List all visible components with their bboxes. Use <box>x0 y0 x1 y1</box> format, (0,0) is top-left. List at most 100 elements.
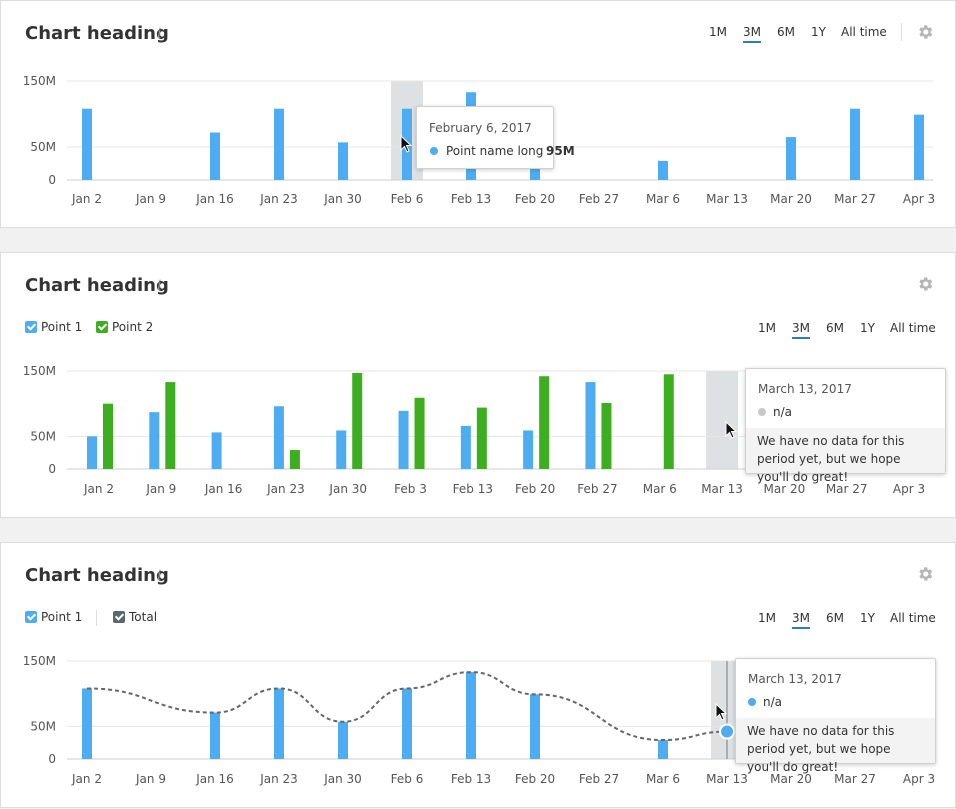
y-tick-label: 150M <box>23 74 56 88</box>
bar <box>338 721 348 759</box>
bar <box>338 142 348 180</box>
bar <box>601 403 612 469</box>
bar <box>165 382 176 469</box>
x-tick-label: Feb 27 <box>579 772 619 786</box>
y-tick-label: 0 <box>48 462 56 476</box>
tooltip-series-name: n/a <box>763 695 783 709</box>
series-dot <box>748 698 756 706</box>
x-tick-label: Mar 27 <box>834 192 876 206</box>
y-tick-label: 150M <box>23 364 56 378</box>
bar <box>274 108 284 180</box>
y-tick-label: 50M <box>30 429 56 443</box>
bar <box>210 712 220 759</box>
bar <box>352 372 363 469</box>
tooltip-date: March 13, 2017 <box>748 672 842 686</box>
x-tick-label: Jan 16 <box>195 772 234 786</box>
bar <box>585 382 596 469</box>
bar <box>658 740 668 759</box>
bar <box>523 430 534 469</box>
x-tick-label: Jan 30 <box>323 772 362 786</box>
x-tick-label: Jan 30 <box>323 192 362 206</box>
x-tick-label: Jan 23 <box>266 482 305 496</box>
bar <box>211 432 222 469</box>
bar <box>82 108 92 180</box>
tooltip-date: March 13, 2017 <box>758 382 852 396</box>
chart-card-1: Chart heading i 1M 3M 6M 1Y All time 150… <box>0 0 956 228</box>
bar <box>398 410 409 469</box>
bar <box>460 425 471 469</box>
tooltip-series-name: Point name long <box>446 144 544 158</box>
y-tick-label: 150M <box>23 654 56 668</box>
x-tick-label: Mar 6 <box>643 482 677 496</box>
x-tick-label: Mar 20 <box>770 192 812 206</box>
mouse-cursor-icon <box>715 703 728 721</box>
mouse-cursor-icon <box>400 135 413 153</box>
bar <box>539 376 550 469</box>
x-tick-label: Jan 23 <box>259 192 298 206</box>
x-tick-label: Feb 13 <box>453 482 493 496</box>
bar <box>530 694 540 759</box>
x-tick-label: Feb 27 <box>579 192 619 206</box>
x-tick-label: Jan 2 <box>71 772 102 786</box>
x-tick-label: Jan 9 <box>145 482 176 496</box>
x-tick-label: Jan 2 <box>71 192 102 206</box>
x-tick-label: Mar 6 <box>646 772 680 786</box>
x-tick-label: Feb 13 <box>451 772 491 786</box>
series-dot <box>430 147 438 155</box>
x-tick-label: Feb 20 <box>515 772 555 786</box>
bar <box>87 436 97 469</box>
y-tick-label: 0 <box>48 173 56 187</box>
x-tick-label: Mar 27 <box>834 772 876 786</box>
bar <box>149 412 160 469</box>
bar <box>336 430 347 469</box>
bar <box>414 397 425 469</box>
x-tick-label: Feb 3 <box>394 482 427 496</box>
y-tick-label: 0 <box>48 752 56 766</box>
chart-card-2: Chart heading i Point 1 Point 2 1M 3M 6M… <box>0 252 956 518</box>
bar <box>273 406 284 469</box>
x-tick-label: Feb 20 <box>515 192 555 206</box>
tooltip-series-name: n/a <box>773 405 793 419</box>
chart-tooltip: February 6, 2017 Point name long 95M <box>416 106 575 169</box>
bar <box>289 450 300 469</box>
bar <box>210 132 220 180</box>
x-tick-label: Jan 23 <box>259 772 298 786</box>
x-tick-label: Jan 9 <box>135 192 166 206</box>
bar <box>850 108 860 180</box>
hover-highlight <box>706 371 739 469</box>
x-tick-label: Apr 3 <box>893 482 925 496</box>
bar <box>476 407 487 469</box>
chart-card-3: Chart heading i Point 1 Total 1M 3M 6M 1… <box>0 542 956 808</box>
x-tick-label: Mar 13 <box>706 772 748 786</box>
x-tick-label: Feb 27 <box>577 482 617 496</box>
chart-tooltip: March 13, 2017 n/a We have no data for t… <box>745 368 946 484</box>
bar <box>663 374 674 469</box>
bar <box>914 114 924 180</box>
x-tick-label: Feb 20 <box>515 482 555 496</box>
tooltip-note: We have no data for this period yet, but… <box>746 428 945 484</box>
bar <box>658 160 668 180</box>
hover-point <box>719 723 735 740</box>
bar <box>466 672 476 759</box>
y-tick-label: 50M <box>30 140 56 154</box>
series-dot <box>758 408 766 416</box>
x-tick-label: Mar 13 <box>701 482 743 496</box>
tooltip-note: We have no data for this period yet, but… <box>736 718 935 774</box>
x-tick-label: Mar 6 <box>646 192 680 206</box>
x-tick-label: Jan 9 <box>135 772 166 786</box>
tooltip-date: February 6, 2017 <box>429 121 532 135</box>
x-tick-label: Jan 30 <box>328 482 367 496</box>
chart-tooltip: March 13, 2017 n/a We have no data for t… <box>735 658 936 774</box>
y-tick-label: 50M <box>30 719 56 733</box>
tooltip-value: 95M <box>546 144 575 158</box>
bar <box>103 403 113 469</box>
x-tick-label: Feb 13 <box>451 192 491 206</box>
x-tick-label: Mar 13 <box>706 192 748 206</box>
mouse-cursor-icon <box>725 421 738 439</box>
bar <box>786 137 796 180</box>
bar <box>402 688 412 759</box>
x-tick-label: Feb 6 <box>391 192 424 206</box>
x-tick-label: Jan 2 <box>83 482 114 496</box>
x-tick-label: Feb 6 <box>391 772 424 786</box>
x-tick-label: Jan 16 <box>195 192 234 206</box>
